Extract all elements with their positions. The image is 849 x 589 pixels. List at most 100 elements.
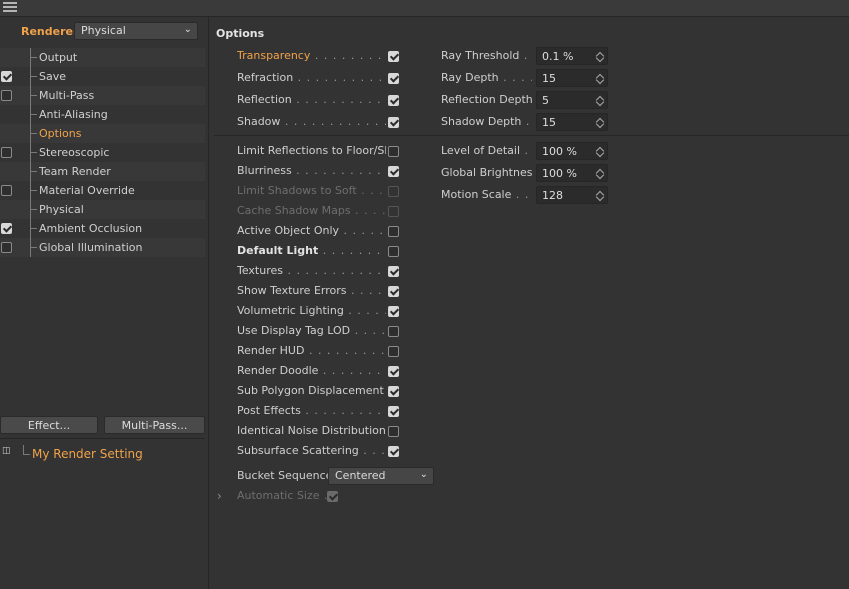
sub-polygon-displacement-checkbox[interactable] <box>388 386 399 397</box>
option-label: Cache Shadow Maps <box>237 204 351 217</box>
volumetric-lighting-checkbox[interactable] <box>388 306 399 317</box>
field-level-of-detail: Level of Detail . . <box>441 144 532 160</box>
multipass-button[interactable]: Multi-Pass... <box>104 416 205 434</box>
textures-checkbox[interactable] <box>388 266 399 277</box>
tree-item-label: Physical <box>39 203 84 216</box>
chevron-right-icon[interactable]: › <box>217 489 222 503</box>
tree-item-global-illumination[interactable]: Global Illumination <box>0 238 205 257</box>
shadow-depth-input[interactable]: 15 <box>536 113 608 131</box>
option-label: Default Light <box>237 244 319 257</box>
reflection-checkbox[interactable] <box>388 95 399 106</box>
stereoscopic-checkbox[interactable] <box>1 147 12 158</box>
option-label: Subsurface Scattering <box>237 444 359 457</box>
field-label: Ray Threshold <box>441 49 520 62</box>
level-of-detail-input[interactable]: 100 % <box>536 142 608 160</box>
leader-dots: . . . . . . . . . . . . . <box>305 404 386 417</box>
field-value: 15 <box>542 72 556 85</box>
renderer-select[interactable]: Physical ⌄ <box>74 22 198 40</box>
render-hud-checkbox[interactable] <box>388 346 399 357</box>
stepper-arrows-icon[interactable] <box>595 167 605 180</box>
reflection-depth-input[interactable]: 5 <box>536 91 608 109</box>
ray-threshold-input[interactable]: 0.1 % <box>536 47 608 65</box>
tree-item-multi-pass[interactable]: Multi-Pass <box>0 86 205 105</box>
tree-item-physical[interactable]: Physical <box>0 200 205 219</box>
global-brightness-input[interactable]: 100 % <box>536 164 608 182</box>
tree-item-team-render[interactable]: Team Render <box>0 162 205 181</box>
show-texture-errors-checkbox[interactable] <box>388 286 399 297</box>
option-label: Show Texture Errors <box>237 284 347 297</box>
field-label: Global Brightness <box>441 166 532 179</box>
render-setting-item[interactable]: ◫ My Render Setting <box>0 443 205 463</box>
tree-connector-line <box>30 133 37 134</box>
tree-item-stereoscopic[interactable]: Stereoscopic <box>0 143 205 162</box>
stepper-arrows-icon[interactable] <box>595 72 605 85</box>
field-global-brightness: Global Brightness <box>441 166 532 182</box>
tree-item-material-override[interactable]: Material Override <box>0 181 205 200</box>
option-label: Automatic Size <box>237 489 320 502</box>
option-label: Identical Noise Distribution <box>237 424 386 437</box>
render-doodle-checkbox[interactable] <box>388 366 399 377</box>
stepper-arrows-icon[interactable] <box>595 116 605 129</box>
leader-dots: . . <box>525 115 532 128</box>
hamburger-menu-icon[interactable] <box>3 2 17 14</box>
ray-depth-input[interactable]: 15 <box>536 69 608 87</box>
option-automatic-size: Automatic Size . <box>237 489 329 505</box>
bucket-sequence-value: Centered <box>335 469 386 482</box>
stepper-arrows-icon[interactable] <box>595 145 605 158</box>
option-label: Refraction <box>237 71 294 84</box>
leader-dots: . . <box>384 384 386 397</box>
motion-scale-input[interactable]: 128 <box>536 186 608 204</box>
transparency-checkbox[interactable] <box>388 51 399 62</box>
tree-item-options[interactable]: Options <box>0 124 205 143</box>
tree-item-save[interactable]: Save <box>0 67 205 86</box>
leader-dots: . . . . . . . . . . . . . <box>308 344 386 357</box>
stepper-arrows-icon[interactable] <box>595 189 605 202</box>
settings-tree: Output Save Multi-Pass Anti-Aliasing Options… <box>0 48 205 257</box>
option-label: Blurriness <box>237 164 292 177</box>
blurriness-checkbox[interactable] <box>388 166 399 177</box>
tree-item-ambient-occlusion[interactable]: Ambient Occlusion <box>0 219 205 238</box>
bucket-sequence-select[interactable]: Centered ⌄ <box>328 467 434 485</box>
tree-item-label: Anti-Aliasing <box>39 108 108 121</box>
option-label: Bucket Sequence <box>237 469 333 482</box>
active-object-only-checkbox[interactable] <box>388 226 399 237</box>
limit-reflections-to-floor-sky-checkbox[interactable] <box>388 146 399 157</box>
tree-item-label: Material Override <box>39 184 135 197</box>
tree-connector-line <box>30 76 37 77</box>
option-label: Limit Reflections to Floor/Sky <box>237 144 386 157</box>
cache-shadow-maps-checkbox <box>388 206 399 217</box>
tree-item-output[interactable]: Output <box>0 48 205 67</box>
refraction-checkbox[interactable] <box>388 73 399 84</box>
leader-dots: . . . . . . . . . . . <box>322 364 386 377</box>
tree-item-label: Multi-Pass <box>39 89 95 102</box>
leader-dots: . . . . . <box>363 444 386 457</box>
tree-item-anti-aliasing[interactable]: Anti-Aliasing <box>0 105 205 124</box>
post-effects-checkbox[interactable] <box>388 406 399 417</box>
shadow-checkbox[interactable] <box>388 117 399 128</box>
tree-item-label: Options <box>39 127 82 140</box>
stepper-arrows-icon[interactable] <box>595 50 605 63</box>
subsurface-scattering-checkbox[interactable] <box>388 446 399 457</box>
global-illumination-checkbox[interactable] <box>1 242 12 253</box>
identical-noise-distribution-checkbox[interactable] <box>388 426 399 437</box>
multi-pass-checkbox[interactable] <box>1 90 12 101</box>
default-light-checkbox[interactable] <box>388 246 399 257</box>
render-setting-label: My Render Setting <box>32 447 143 461</box>
option-label: Sub Polygon Displacement <box>237 384 384 397</box>
effect-button[interactable]: Effect... <box>0 416 98 434</box>
tree-connector-line <box>30 228 37 229</box>
save-checkbox[interactable] <box>1 71 12 82</box>
stepper-arrows-icon[interactable] <box>595 94 605 107</box>
material-override-checkbox[interactable] <box>1 185 12 196</box>
leader-dots: . . . . . . . . . . . . . . . . <box>284 115 386 128</box>
field-label: Shadow Depth <box>441 115 522 128</box>
option-sub-polygon-displacement: Sub Polygon Displacement . . <box>237 384 386 400</box>
option-transparency: Transparency . . . . . . . . . . . . <box>237 49 386 65</box>
tree-item-label: Stereoscopic <box>39 146 110 159</box>
ambient-occlusion-checkbox[interactable] <box>1 223 12 234</box>
option-label: Limit Shadows to Soft <box>237 184 357 197</box>
leader-dots: . . . . . <box>361 184 386 197</box>
tree-item-label: Ambient Occlusion <box>39 222 143 235</box>
use-display-tag-lod-checkbox[interactable] <box>388 326 399 337</box>
option-label: Shadow <box>237 115 281 128</box>
